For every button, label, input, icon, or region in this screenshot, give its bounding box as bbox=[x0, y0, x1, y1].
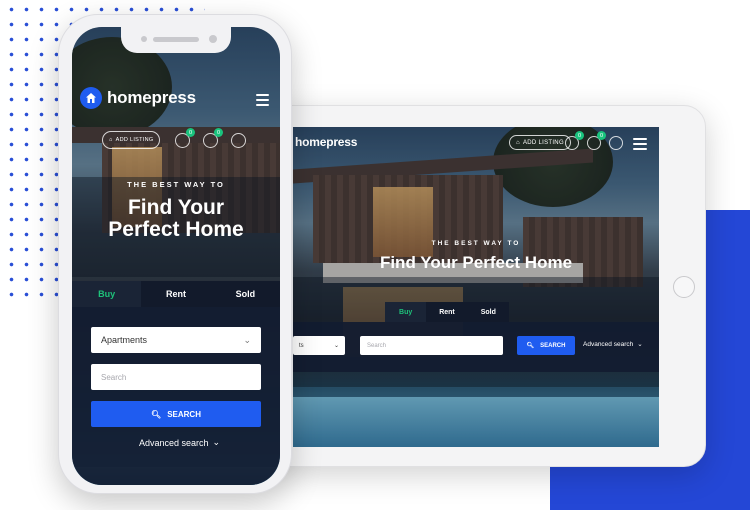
phone-search-button[interactable]: 🔍︎ SEARCH bbox=[91, 401, 261, 427]
compare-badge: 0 bbox=[575, 131, 584, 140]
tablet-home-button bbox=[673, 276, 695, 298]
hamburger-icon[interactable] bbox=[256, 91, 269, 109]
phone-hero-headline-line1: Find Your bbox=[127, 196, 225, 219]
tablet-screen: homepress ⌂ ADD LISTING 0 0 THE BEST WAY… bbox=[293, 127, 659, 447]
home-plus-icon: ⌂ bbox=[109, 137, 113, 143]
phone-search-input[interactable]: Search bbox=[91, 364, 261, 390]
tablet-advanced-search-link[interactable]: Advanced search ⌄ bbox=[583, 340, 643, 349]
house-icon bbox=[80, 87, 102, 109]
search-icon: 🔍︎ bbox=[526, 343, 535, 349]
tab-buy[interactable]: Buy bbox=[385, 302, 427, 322]
tablet-search-input[interactable]: Search bbox=[360, 336, 503, 355]
chevron-down-icon: ⌄ bbox=[243, 334, 251, 345]
chevron-down-icon: ⌄ bbox=[333, 343, 339, 349]
phone-screen: homepress ⌂ ADD LISTING 0 0 THE BEST WAY… bbox=[72, 27, 280, 485]
tab-sold[interactable]: Sold bbox=[468, 302, 509, 322]
phone-hero-headline-line2: Perfect Home bbox=[108, 218, 244, 241]
tablet-property-type-select[interactable]: ts ⌄ bbox=[293, 336, 345, 355]
hamburger-icon[interactable] bbox=[633, 135, 647, 153]
tab-sold[interactable]: Sold bbox=[211, 281, 280, 307]
tablet-search-tabs: Buy Rent Sold bbox=[385, 302, 509, 322]
chevron-down-icon: ⌄ bbox=[212, 437, 221, 447]
image-overlay bbox=[293, 127, 659, 447]
phone-logo[interactable]: homepress bbox=[80, 87, 196, 109]
phone-device: homepress ⌂ ADD LISTING 0 0 THE BEST WAY… bbox=[58, 14, 292, 494]
phone-add-listing-button[interactable]: ⌂ ADD LISTING bbox=[102, 131, 161, 149]
logo-text: homepress bbox=[295, 135, 358, 149]
logo-text: homepress bbox=[107, 88, 196, 107]
phone-hero-kicker: THE BEST WAY TO bbox=[127, 180, 225, 189]
tablet-hero-headline: Find Your Perfect Home bbox=[379, 253, 573, 272]
chevron-down-icon: ⌄ bbox=[637, 341, 643, 348]
search-icon: 🔍︎ bbox=[151, 409, 162, 419]
phone-advanced-search-link[interactable]: Advanced search ⌄ bbox=[139, 437, 220, 448]
phone-property-type-select[interactable]: Apartments ⌄ bbox=[91, 327, 261, 353]
favorites-badge: 0 bbox=[597, 131, 606, 140]
home-plus-icon: ⌂ bbox=[516, 139, 520, 146]
favorites-badge: 0 bbox=[214, 128, 223, 137]
phone-search-tabs: Buy Rent Sold bbox=[72, 281, 280, 307]
tab-buy[interactable]: Buy bbox=[72, 281, 142, 307]
tablet-device: homepress ⌂ ADD LISTING 0 0 THE BEST WAY… bbox=[262, 105, 706, 467]
compare-badge: 0 bbox=[186, 128, 195, 137]
tablet-hero-kicker: THE BEST WAY TO bbox=[431, 240, 521, 247]
user-icon[interactable] bbox=[231, 133, 246, 148]
tablet-logo[interactable]: homepress bbox=[295, 135, 357, 149]
tablet-search-button[interactable]: 🔍︎ SEARCH bbox=[517, 336, 575, 355]
user-icon[interactable] bbox=[609, 136, 623, 150]
phone-notch bbox=[121, 27, 231, 53]
tablet-add-listing-button[interactable]: ⌂ ADD LISTING bbox=[509, 135, 571, 150]
tab-rent[interactable]: Rent bbox=[426, 302, 467, 322]
tab-rent[interactable]: Rent bbox=[141, 281, 210, 307]
